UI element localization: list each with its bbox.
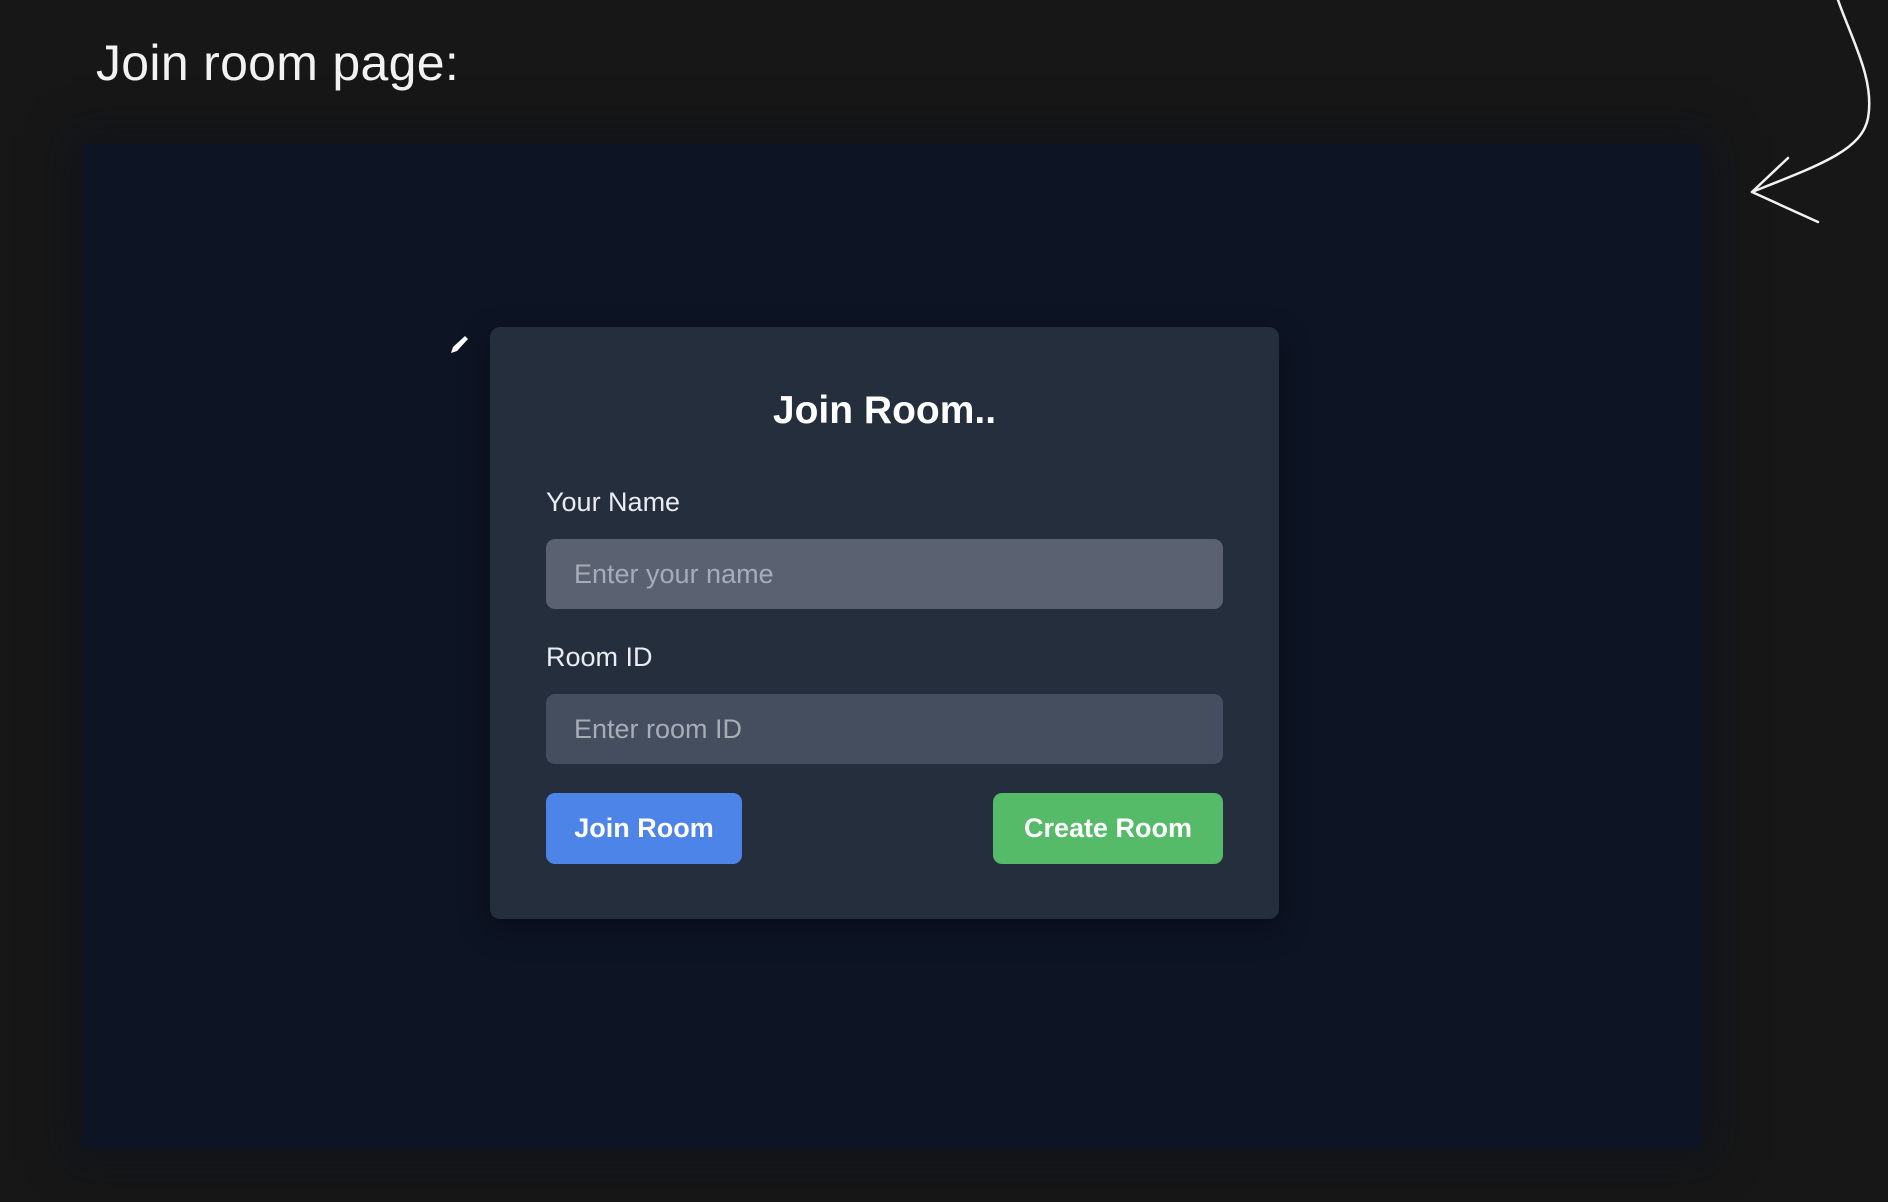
name-label: Your Name <box>546 487 681 517</box>
curved-arrow-icon <box>1750 0 1871 224</box>
slide-heading: Join room page: <box>96 35 460 91</box>
card-title: Join Room.. <box>772 389 997 432</box>
join-room-card: Join Room.. Your Name Room ID Join Room … <box>490 327 1279 919</box>
room-id-label: Room ID <box>546 642 653 672</box>
join-room-button[interactable]: Join Room <box>546 793 742 864</box>
screen: Join room page: Join Room.. Your Name Ro… <box>0 0 1888 1202</box>
pencil-icon <box>451 336 468 353</box>
room-id-input[interactable] <box>546 694 1223 764</box>
name-input[interactable] <box>546 539 1223 609</box>
create-room-button[interactable]: Create Room <box>993 793 1223 864</box>
